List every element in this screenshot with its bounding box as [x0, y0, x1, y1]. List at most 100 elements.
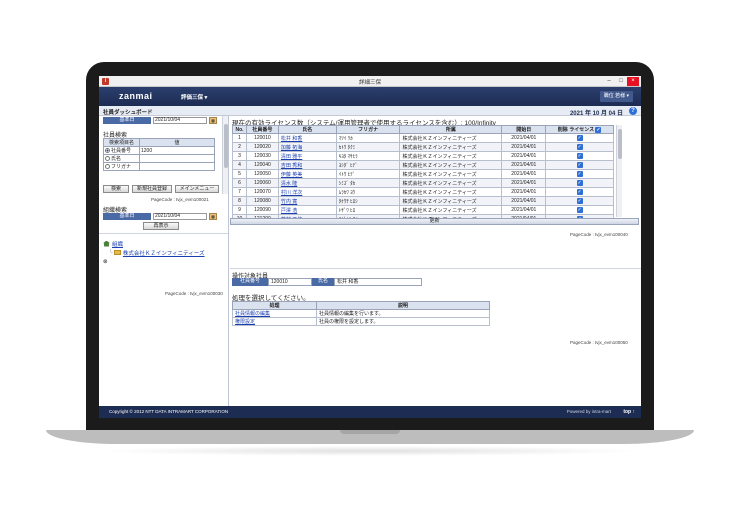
- search-condition-table: 検索項目名 値 社員番号 1200 氏名 フリガナ: [103, 138, 215, 171]
- table-row[interactable]: 6 120060 清水 隆 ｼﾐｽﾞ ﾀｶ 株式会社ＫＺインフィニティーズ 2021/04…: [232, 178, 614, 188]
- table-scrollbar[interactable]: [616, 125, 622, 217]
- row-license[interactable]: ✓: [545, 205, 614, 215]
- condition-label-cell[interactable]: 社員番号: [103, 146, 140, 155]
- license-check-icon[interactable]: ✓: [576, 153, 583, 159]
- col-dept: 所属: [399, 125, 503, 134]
- user-menu[interactable]: 職位 若様 ▾: [599, 91, 633, 102]
- process-link[interactable]: 権限設定: [232, 317, 317, 326]
- employee-name-link[interactable]: 吉田 秀和: [281, 163, 302, 169]
- employee-name-link[interactable]: 竹内 寛: [281, 199, 297, 205]
- collapse-icon[interactable]: ⊗: [103, 259, 108, 265]
- left-scrollbar[interactable]: [222, 116, 228, 194]
- page-top-link[interactable]: top ↑: [623, 409, 635, 415]
- row-license[interactable]: ✓: [545, 187, 614, 197]
- redisplay-button[interactable]: 再表示: [143, 222, 179, 230]
- row-license[interactable]: ✓: [545, 151, 614, 161]
- license-check-icon[interactable]: ✓: [576, 144, 583, 150]
- row-start: 2021/04/01: [501, 205, 547, 215]
- employee-name-link[interactable]: 清田 雅平: [281, 154, 302, 160]
- header-check-icon[interactable]: ✓: [595, 127, 602, 133]
- row-license[interactable]: ✓: [545, 142, 614, 152]
- table-row[interactable]: 3 120030 清田 雅平 ｷﾖﾀ ﾏｻﾋﾗ 株式会社ＫＺインフィニティーズ 2021/…: [232, 151, 614, 161]
- row-name[interactable]: 竹内 寛: [277, 196, 337, 206]
- row-name[interactable]: 松井 和香: [277, 133, 337, 143]
- new-employee-button[interactable]: 新規社員登録: [132, 185, 172, 193]
- info-name-label: 氏名: [312, 278, 334, 286]
- employee-name-link[interactable]: 加藤 拓海: [281, 145, 302, 151]
- process-link[interactable]: 社員情報の編集: [232, 309, 317, 318]
- tree-node-label[interactable]: 株式会社ＫＺインフィニティーズ: [123, 249, 205, 257]
- employee-name-link[interactable]: 戸澤 浩: [281, 208, 297, 214]
- row-name[interactable]: 清田 雅平: [277, 151, 337, 161]
- row-name[interactable]: 村川 洋次: [277, 187, 337, 197]
- license-check-icon[interactable]: ✓: [576, 171, 583, 177]
- condition-label-cell[interactable]: 氏名: [103, 154, 140, 163]
- table-row[interactable]: 8 120080 竹内 寛 ﾀｹｳﾁ ﾋﾛｼ 株式会社ＫＺインフィニティーズ 2021/0…: [232, 196, 614, 206]
- row-dept: 株式会社ＫＺインフィニティーズ: [399, 178, 503, 188]
- org-date-label: 基準日: [103, 213, 151, 220]
- laptop-notch: [340, 430, 400, 434]
- row-license[interactable]: ✓: [545, 178, 614, 188]
- employee-name-link[interactable]: 清水 隆: [281, 181, 297, 187]
- row-kana: ｶﾄｳ ﾀｸﾐ: [335, 142, 401, 152]
- radio-icon[interactable]: [105, 164, 110, 170]
- table-scroll-thumb[interactable]: [618, 129, 622, 159]
- employee-name-link[interactable]: 伊藤 英美: [281, 172, 302, 178]
- main-menu-button[interactable]: メインメニュー: [175, 185, 219, 193]
- row-name[interactable]: 吉田 秀和: [277, 160, 337, 170]
- license-check-icon[interactable]: ✓: [576, 135, 583, 141]
- tree-branch-icon: └: [109, 249, 113, 256]
- employee-name-link[interactable]: 松井 和香: [281, 136, 302, 142]
- row-start: 2021/04/01: [501, 187, 547, 197]
- tree-node[interactable]: └ 株式会社ＫＺインフィニティーズ: [103, 248, 205, 257]
- header-menu[interactable]: 評価三保 ▾: [181, 93, 207, 101]
- table-row[interactable]: 5 120050 伊藤 英美 ｲﾄｳ ﾋﾃﾞ 株式会社ＫＺインフィニティーズ 2021/0…: [232, 169, 614, 179]
- tree-root-label[interactable]: 組織: [112, 240, 123, 248]
- help-icon[interactable]: ?: [629, 107, 637, 115]
- license-check-icon[interactable]: ✓: [576, 180, 583, 186]
- divider: [99, 233, 228, 234]
- row-start: 2021/04/01: [501, 196, 547, 206]
- condition-value-input[interactable]: [139, 154, 215, 163]
- tree-root[interactable]: 組織: [103, 239, 205, 248]
- radio-icon[interactable]: [105, 156, 110, 162]
- row-name[interactable]: 清水 隆: [277, 178, 337, 188]
- close-icon[interactable]: ×: [627, 77, 639, 86]
- calendar-icon[interactable]: ▦: [209, 117, 217, 124]
- calendar-icon[interactable]: ▦: [209, 213, 217, 220]
- license-check-icon[interactable]: ✓: [576, 189, 583, 195]
- info-code-label: 社員番号: [232, 278, 268, 286]
- tree-collapse[interactable]: ⊗: [103, 257, 205, 266]
- table-row[interactable]: 9 120090 戸澤 浩 ﾄｻﾞﾜ ﾋﾛ 株式会社ＫＺインフィニティーズ 2021/04…: [232, 205, 614, 215]
- table-row[interactable]: 4 120040 吉田 秀和 ﾖｼﾀﾞ ﾋﾃﾞ 株式会社ＫＺインフィニティーズ 2021/…: [232, 160, 614, 170]
- table-row[interactable]: 7 120070 村川 洋次 ﾑﾗｶﾜ ﾖｳ 株式会社ＫＺインフィニティーズ 2021/0…: [232, 187, 614, 197]
- info-code-value: 120010: [268, 278, 312, 286]
- org-date-input[interactable]: 2021/10/04: [153, 213, 207, 220]
- row-license[interactable]: ✓: [545, 169, 614, 179]
- row-name[interactable]: 戸澤 浩: [277, 205, 337, 215]
- row-dept: 株式会社ＫＺインフィニティーズ: [399, 196, 503, 206]
- maximize-icon[interactable]: □: [615, 77, 627, 86]
- minimize-icon[interactable]: –: [603, 77, 615, 86]
- condition-value-input[interactable]: [139, 162, 215, 171]
- base-date-input[interactable]: 2021/10/04: [153, 117, 207, 124]
- left-scroll-thumb[interactable]: [224, 124, 228, 168]
- search-button[interactable]: 検索: [103, 185, 129, 193]
- row-kana: ﾑﾗｶﾜ ﾖｳ: [335, 187, 401, 197]
- employee-name-link[interactable]: 村川 洋次: [281, 190, 302, 196]
- row-license[interactable]: ✓: [545, 196, 614, 206]
- table-row[interactable]: 2 120020 加藤 拓海 ｶﾄｳ ﾀｸﾐ 株式会社ＫＺインフィニティーズ 2021/0…: [232, 142, 614, 152]
- row-no: 3: [232, 151, 247, 161]
- license-check-icon[interactable]: ✓: [576, 162, 583, 168]
- update-button[interactable]: 更新: [230, 218, 639, 225]
- row-name[interactable]: 加藤 拓海: [277, 142, 337, 152]
- condition-label-cell[interactable]: フリガナ: [103, 162, 140, 171]
- radio-selected-icon[interactable]: [105, 148, 110, 154]
- license-check-icon[interactable]: ✓: [576, 198, 583, 204]
- table-row[interactable]: 1 120010 松井 和香 ﾏﾂｲ ﾜｶ 株式会社ＫＺインフィニティーズ 2021/04…: [232, 133, 614, 143]
- row-name[interactable]: 伊藤 英美: [277, 169, 337, 179]
- row-license[interactable]: ✓: [545, 160, 614, 170]
- condition-value-input[interactable]: 1200: [139, 146, 215, 155]
- row-license[interactable]: ✓: [545, 133, 614, 143]
- license-check-icon[interactable]: ✓: [576, 207, 583, 213]
